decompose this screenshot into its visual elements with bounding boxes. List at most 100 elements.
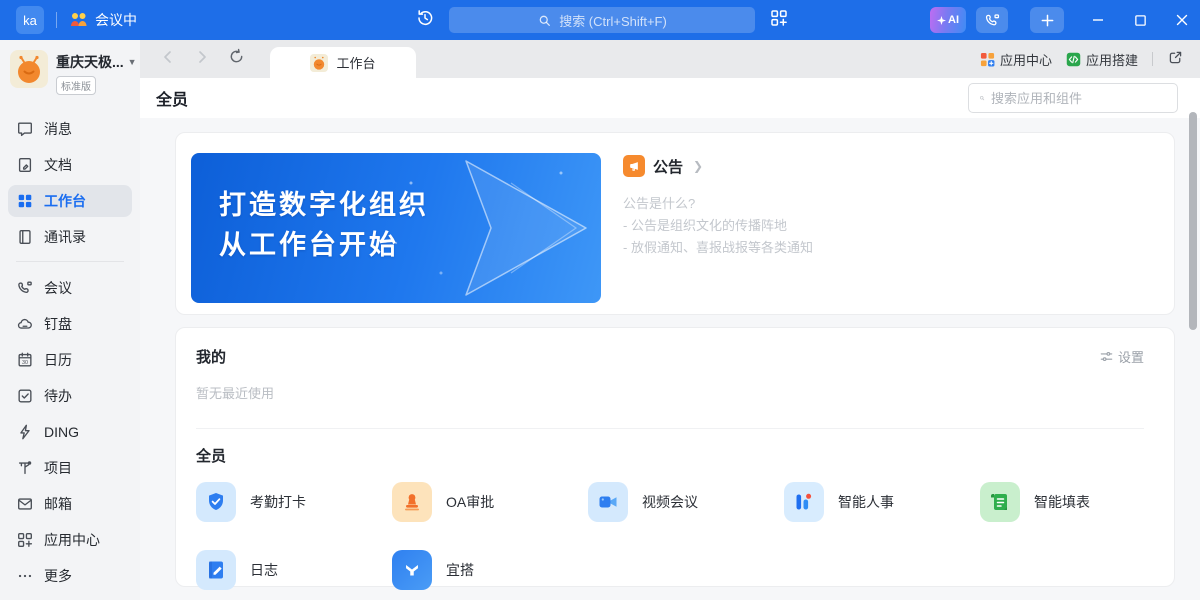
tab-label: 工作台 <box>336 53 375 72</box>
banner-text: 打造数字化组织 从工作台开始 <box>219 185 429 265</box>
meeting-status-chip[interactable]: 会议中 <box>69 10 137 31</box>
section-divider <box>196 428 1144 429</box>
ai-label: AI <box>948 14 959 26</box>
app-center-color-icon <box>980 52 995 67</box>
app-grid: 考勤打卡 OA审批 视频会议 <box>196 482 1144 590</box>
log-notebook-icon <box>196 550 236 590</box>
announcement-card: 打造数字化组织 从工作台开始 公告 ❯ 公告是什么? - 公告是组织文化的 <box>175 132 1175 315</box>
app-build-code-icon <box>1066 52 1081 67</box>
tabstrip-separator <box>1152 52 1153 66</box>
close-button[interactable] <box>1174 12 1190 28</box>
announcement-section: 公告 ❯ 公告是什么? - 公告是组织文化的传播阵地 - 放假通知、喜报战报等各… <box>623 155 813 314</box>
document-icon <box>16 156 34 174</box>
sidebar-item-more[interactable]: 更多 <box>8 560 132 592</box>
yida-logo-icon <box>392 550 432 590</box>
announcement-title: 公告 <box>653 156 683 177</box>
sidebar-item-app-center[interactable]: 应用中心 <box>8 524 132 556</box>
sidebar-item-mail[interactable]: 邮箱 <box>8 488 132 520</box>
sidebar-item-calendar[interactable]: 30 日历 <box>8 344 132 376</box>
all-section-title: 全员 <box>196 445 1144 466</box>
sidebar-item-workbench[interactable]: 工作台 <box>8 185 132 217</box>
main-area: 工作台 应用中心 应用搭建 全员 <box>140 40 1200 600</box>
apps-card: 我的 设置 暂无最近使用 全员 考勤打卡 <box>175 327 1175 587</box>
org-avatar <box>10 50 48 93</box>
nav-refresh-icon[interactable] <box>228 48 245 70</box>
form-scroll-icon <box>980 482 1020 522</box>
sidebar-menu: 消息 文档 工作台 通讯录 会议 钉盘 <box>0 113 140 592</box>
workbench-header: 全员 <box>140 78 1200 118</box>
app-center-icon <box>16 531 34 549</box>
lightning-icon <box>16 423 34 441</box>
history-icon[interactable] <box>415 8 435 33</box>
page-title: 全员 <box>156 86 188 110</box>
sidebar-item-meeting[interactable]: 会议 <box>8 272 132 304</box>
vertical-scrollbar-thumb[interactable] <box>1189 112 1197 330</box>
ai-assistant-button[interactable]: AI <box>930 7 966 33</box>
stamp-icon <box>392 482 432 522</box>
sliders-icon <box>1099 349 1114 364</box>
app-smart-hr[interactable]: 智能人事 <box>784 482 980 522</box>
app-yida[interactable]: 宜搭 <box>392 550 588 590</box>
app-attendance[interactable]: 考勤打卡 <box>196 482 392 522</box>
meeting-people-icon <box>69 10 89 31</box>
org-caret-icon: ▼ <box>128 57 137 67</box>
org-switcher[interactable]: 重庆天极... ▼ 标准版 <box>0 48 140 101</box>
app-video-meeting[interactable]: 视频会议 <box>588 482 784 522</box>
todo-check-icon <box>16 387 34 405</box>
announcement-body: 公告是什么? - 公告是组织文化的传播阵地 - 放假通知、喜报战报等各类通知 <box>623 193 813 259</box>
attendance-shield-icon <box>196 482 236 522</box>
chat-icon <box>16 120 34 138</box>
megaphone-icon <box>623 155 645 177</box>
sidebar-item-contacts[interactable]: 通讯录 <box>8 221 132 253</box>
meeting-status-label: 会议中 <box>95 10 137 30</box>
calendar-icon: 30 <box>16 351 34 369</box>
meeting-phone-icon <box>16 279 34 297</box>
mine-empty-text: 暂无最近使用 <box>196 383 1144 402</box>
apps-launcher-icon[interactable] <box>769 8 789 33</box>
org-name: 重庆天极... <box>56 52 124 72</box>
global-search-placeholder: 搜索 (Ctrl+Shift+F) <box>559 11 667 30</box>
app-logo[interactable]: ka <box>16 6 44 34</box>
tab-strip: 工作台 应用中心 应用搭建 <box>140 40 1200 78</box>
hr-logo-icon <box>784 482 824 522</box>
nav-back-icon[interactable] <box>160 49 176 70</box>
app-oa-approval[interactable]: OA审批 <box>392 482 588 522</box>
app-build-link[interactable]: 应用搭建 <box>1066 50 1138 69</box>
project-icon <box>16 459 34 477</box>
sidebar-item-docs[interactable]: 文档 <box>8 149 132 181</box>
titlebar: ka 会议中 搜索 (Ctrl+Shift+F) AI <box>0 0 1200 40</box>
app-search-input[interactable] <box>991 91 1167 106</box>
mail-icon <box>16 495 34 513</box>
announcement-header[interactable]: 公告 ❯ <box>623 155 813 177</box>
workbench-content: 打造数字化组织 从工作台开始 公告 ❯ 公告是什么? - 公告是组织文化的 <box>140 118 1200 587</box>
workbench-banner[interactable]: 打造数字化组织 从工作台开始 <box>191 153 601 303</box>
maximize-button[interactable] <box>1132 12 1148 28</box>
titlebar-divider <box>56 12 57 28</box>
minimize-button[interactable] <box>1090 12 1106 28</box>
search-icon <box>979 91 985 105</box>
nav-forward-icon[interactable] <box>194 49 210 70</box>
call-button[interactable] <box>976 7 1008 33</box>
svg-text:30: 30 <box>22 360 28 366</box>
create-new-button[interactable] <box>1030 7 1064 33</box>
cloud-icon <box>16 315 34 333</box>
app-smart-form[interactable]: 智能填表 <box>980 482 1176 522</box>
sidebar-item-drive[interactable]: 钉盘 <box>8 308 132 340</box>
sidebar-item-ding[interactable]: DING <box>8 416 132 448</box>
mine-section-title: 我的 <box>196 346 226 367</box>
tab-workbench[interactable]: 工作台 <box>270 47 416 78</box>
app-center-link[interactable]: 应用中心 <box>980 50 1052 69</box>
contacts-icon <box>16 228 34 246</box>
more-ellipsis-icon <box>16 567 34 585</box>
sidebar-item-todo[interactable]: 待办 <box>8 380 132 412</box>
app-search-box[interactable] <box>968 83 1178 113</box>
open-in-window-icon[interactable] <box>1167 49 1184 69</box>
app-daily-log[interactable]: 日志 <box>196 550 392 590</box>
sidebar-divider <box>16 261 124 262</box>
org-edition-badge: 标准版 <box>56 76 96 95</box>
settings-button[interactable]: 设置 <box>1099 347 1144 366</box>
global-search[interactable]: 搜索 (Ctrl+Shift+F) <box>449 7 755 33</box>
sidebar: 重庆天极... ▼ 标准版 消息 文档 工作台 通讯录 <box>0 40 140 600</box>
sidebar-item-messages[interactable]: 消息 <box>8 113 132 145</box>
sidebar-item-project[interactable]: 项目 <box>8 452 132 484</box>
